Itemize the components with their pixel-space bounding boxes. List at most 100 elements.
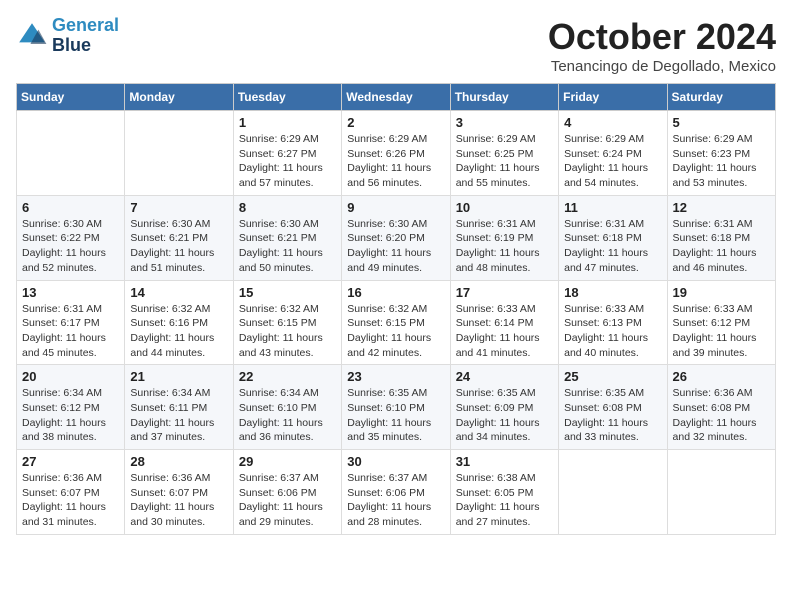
day-number: 3 — [456, 115, 553, 130]
day-info: Sunrise: 6:34 AMSunset: 6:12 PMDaylight:… — [22, 386, 119, 445]
calendar-cell: 23 Sunrise: 6:35 AMSunset: 6:10 PMDayligh… — [342, 365, 450, 450]
calendar-cell: 1 Sunrise: 6:29 AMSunset: 6:27 PMDaylight… — [233, 111, 341, 196]
calendar-cell: 3 Sunrise: 6:29 AMSunset: 6:25 PMDaylight… — [450, 111, 558, 196]
day-info: Sunrise: 6:29 AMSunset: 6:25 PMDaylight:… — [456, 132, 553, 191]
weekday-header: Friday — [559, 84, 667, 111]
logo-text: General Blue — [52, 16, 119, 56]
weekday-header: Saturday — [667, 84, 775, 111]
weekday-header: Monday — [125, 84, 233, 111]
day-number: 11 — [564, 200, 661, 215]
day-info: Sunrise: 6:31 AMSunset: 6:19 PMDaylight:… — [456, 217, 553, 276]
day-number: 30 — [347, 454, 444, 469]
day-number: 9 — [347, 200, 444, 215]
day-number: 24 — [456, 369, 553, 384]
month-title: October 2024 — [548, 16, 776, 58]
day-info: Sunrise: 6:36 AMSunset: 6:07 PMDaylight:… — [22, 471, 119, 530]
calendar-cell: 22 Sunrise: 6:34 AMSunset: 6:10 PMDayligh… — [233, 365, 341, 450]
day-info: Sunrise: 6:36 AMSunset: 6:07 PMDaylight:… — [130, 471, 227, 530]
day-number: 15 — [239, 285, 336, 300]
weekday-header: Sunday — [17, 84, 125, 111]
calendar-cell: 26 Sunrise: 6:36 AMSunset: 6:08 PMDayligh… — [667, 365, 775, 450]
day-number: 21 — [130, 369, 227, 384]
weekday-header: Tuesday — [233, 84, 341, 111]
day-number: 31 — [456, 454, 553, 469]
calendar-cell: 11 Sunrise: 6:31 AMSunset: 6:18 PMDayligh… — [559, 195, 667, 280]
day-number: 29 — [239, 454, 336, 469]
calendar-cell: 24 Sunrise: 6:35 AMSunset: 6:09 PMDayligh… — [450, 365, 558, 450]
day-number: 26 — [673, 369, 770, 384]
day-number: 13 — [22, 285, 119, 300]
day-info: Sunrise: 6:30 AMSunset: 6:21 PMDaylight:… — [239, 217, 336, 276]
calendar-cell: 7 Sunrise: 6:30 AMSunset: 6:21 PMDaylight… — [125, 195, 233, 280]
calendar-cell: 8 Sunrise: 6:30 AMSunset: 6:21 PMDaylight… — [233, 195, 341, 280]
calendar-cell: 16 Sunrise: 6:32 AMSunset: 6:15 PMDayligh… — [342, 280, 450, 365]
calendar-cell — [125, 111, 233, 196]
day-number: 25 — [564, 369, 661, 384]
day-info: Sunrise: 6:33 AMSunset: 6:12 PMDaylight:… — [673, 302, 770, 361]
calendar-week-row: 20 Sunrise: 6:34 AMSunset: 6:12 PMDayligh… — [17, 365, 776, 450]
calendar-cell: 14 Sunrise: 6:32 AMSunset: 6:16 PMDayligh… — [125, 280, 233, 365]
calendar-cell: 10 Sunrise: 6:31 AMSunset: 6:19 PMDayligh… — [450, 195, 558, 280]
day-info: Sunrise: 6:33 AMSunset: 6:13 PMDaylight:… — [564, 302, 661, 361]
weekday-header: Thursday — [450, 84, 558, 111]
day-info: Sunrise: 6:38 AMSunset: 6:05 PMDaylight:… — [456, 471, 553, 530]
calendar-cell: 17 Sunrise: 6:33 AMSunset: 6:14 PMDayligh… — [450, 280, 558, 365]
day-info: Sunrise: 6:29 AMSunset: 6:26 PMDaylight:… — [347, 132, 444, 191]
title-block: October 2024 Tenancingo de Degollado, Me… — [548, 16, 776, 75]
day-info: Sunrise: 6:35 AMSunset: 6:10 PMDaylight:… — [347, 386, 444, 445]
day-number: 17 — [456, 285, 553, 300]
day-info: Sunrise: 6:32 AMSunset: 6:16 PMDaylight:… — [130, 302, 227, 361]
day-info: Sunrise: 6:33 AMSunset: 6:14 PMDaylight:… — [456, 302, 553, 361]
day-number: 7 — [130, 200, 227, 215]
day-info: Sunrise: 6:34 AMSunset: 6:11 PMDaylight:… — [130, 386, 227, 445]
calendar-cell: 15 Sunrise: 6:32 AMSunset: 6:15 PMDayligh… — [233, 280, 341, 365]
day-number: 27 — [22, 454, 119, 469]
calendar-cell: 6 Sunrise: 6:30 AMSunset: 6:22 PMDaylight… — [17, 195, 125, 280]
calendar-cell: 27 Sunrise: 6:36 AMSunset: 6:07 PMDayligh… — [17, 450, 125, 535]
calendar-cell: 19 Sunrise: 6:33 AMSunset: 6:12 PMDayligh… — [667, 280, 775, 365]
day-number: 23 — [347, 369, 444, 384]
day-number: 8 — [239, 200, 336, 215]
day-info: Sunrise: 6:31 AMSunset: 6:18 PMDaylight:… — [564, 217, 661, 276]
calendar-cell: 18 Sunrise: 6:33 AMSunset: 6:13 PMDayligh… — [559, 280, 667, 365]
day-number: 20 — [22, 369, 119, 384]
calendar-week-row: 27 Sunrise: 6:36 AMSunset: 6:07 PMDayligh… — [17, 450, 776, 535]
day-info: Sunrise: 6:32 AMSunset: 6:15 PMDaylight:… — [347, 302, 444, 361]
day-info: Sunrise: 6:35 AMSunset: 6:08 PMDaylight:… — [564, 386, 661, 445]
day-info: Sunrise: 6:32 AMSunset: 6:15 PMDaylight:… — [239, 302, 336, 361]
logo: General Blue — [16, 16, 119, 56]
calendar-cell: 29 Sunrise: 6:37 AMSunset: 6:06 PMDayligh… — [233, 450, 341, 535]
day-info: Sunrise: 6:30 AMSunset: 6:22 PMDaylight:… — [22, 217, 119, 276]
weekday-header: Wednesday — [342, 84, 450, 111]
calendar-cell — [17, 111, 125, 196]
calendar-table: SundayMondayTuesdayWednesdayThursdayFrid… — [16, 83, 776, 535]
day-number: 18 — [564, 285, 661, 300]
calendar-cell: 13 Sunrise: 6:31 AMSunset: 6:17 PMDayligh… — [17, 280, 125, 365]
day-number: 22 — [239, 369, 336, 384]
day-number: 2 — [347, 115, 444, 130]
day-info: Sunrise: 6:29 AMSunset: 6:27 PMDaylight:… — [239, 132, 336, 191]
calendar-cell — [667, 450, 775, 535]
day-number: 1 — [239, 115, 336, 130]
day-number: 16 — [347, 285, 444, 300]
day-info: Sunrise: 6:30 AMSunset: 6:21 PMDaylight:… — [130, 217, 227, 276]
day-info: Sunrise: 6:34 AMSunset: 6:10 PMDaylight:… — [239, 386, 336, 445]
logo-icon — [16, 20, 48, 52]
calendar-cell: 31 Sunrise: 6:38 AMSunset: 6:05 PMDayligh… — [450, 450, 558, 535]
day-info: Sunrise: 6:31 AMSunset: 6:17 PMDaylight:… — [22, 302, 119, 361]
calendar-cell: 5Sunrise: 6:29 AMSunset: 6:23 PMDaylight… — [667, 111, 775, 196]
day-number: 14 — [130, 285, 227, 300]
calendar-cell: 2 Sunrise: 6:29 AMSunset: 6:26 PMDaylight… — [342, 111, 450, 196]
day-info: Sunrise: 6:37 AMSunset: 6:06 PMDaylight:… — [239, 471, 336, 530]
day-info: Sunrise: 6:29 AMSunset: 6:24 PMDaylight:… — [564, 132, 661, 191]
calendar-cell — [559, 450, 667, 535]
day-info: Sunrise: 6:35 AMSunset: 6:09 PMDaylight:… — [456, 386, 553, 445]
weekday-header-row: SundayMondayTuesdayWednesdayThursdayFrid… — [17, 84, 776, 111]
day-number: 19 — [673, 285, 770, 300]
calendar-cell: 12Sunrise: 6:31 AMSunset: 6:18 PMDayligh… — [667, 195, 775, 280]
day-number: 10 — [456, 200, 553, 215]
day-info: Sunrise: 6:36 AMSunset: 6:08 PMDaylight:… — [673, 386, 770, 445]
day-number: 28 — [130, 454, 227, 469]
day-number: 6 — [22, 200, 119, 215]
calendar-cell: 25 Sunrise: 6:35 AMSunset: 6:08 PMDayligh… — [559, 365, 667, 450]
